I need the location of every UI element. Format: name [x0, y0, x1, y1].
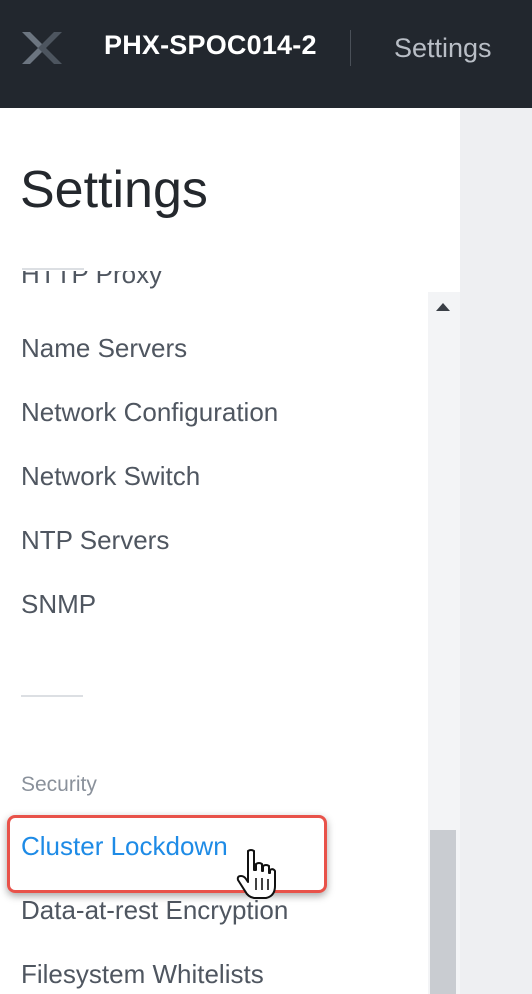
menu-item-filesystem-whitelists[interactable]: Filesystem Whitelists	[21, 959, 264, 990]
menu-item-cluster-lockdown[interactable]: Cluster Lockdown	[21, 831, 228, 862]
scroll-up-arrow-icon[interactable]	[436, 303, 450, 311]
hand-pointer-cursor-icon	[236, 849, 276, 899]
menu-item-ntp-servers[interactable]: NTP Servers	[21, 525, 169, 556]
main-content-area	[460, 108, 532, 994]
cluster-name[interactable]: PHX-SPOC014-2	[104, 30, 317, 61]
scroll-thumb[interactable]	[430, 830, 456, 994]
topbar-divider	[350, 30, 351, 66]
panel-title: Settings	[20, 161, 208, 219]
nutanix-x-logo-icon[interactable]	[18, 28, 66, 68]
section-label-security: Security	[21, 773, 97, 796]
menu-item-http-proxy[interactable]: HTTP Proxy	[21, 271, 162, 290]
menu-item-network-switch[interactable]: Network Switch	[21, 461, 200, 492]
menu-item-snmp[interactable]: SNMP	[21, 589, 96, 620]
panel-divider	[22, 268, 84, 270]
section-divider	[21, 695, 83, 697]
settings-panel: Settings HTTP Proxy Name Servers Network…	[0, 108, 460, 994]
settings-scrollbar[interactable]	[428, 292, 460, 994]
menu-item-network-configuration[interactable]: Network Configuration	[21, 397, 278, 428]
settings-list[interactable]: HTTP Proxy Name Servers Network Configur…	[0, 271, 428, 994]
top-navigation-bar: PHX-SPOC014-2 Settings	[0, 0, 532, 108]
menu-item-name-servers[interactable]: Name Servers	[21, 333, 187, 364]
topbar-section-label[interactable]: Settings	[394, 33, 492, 64]
